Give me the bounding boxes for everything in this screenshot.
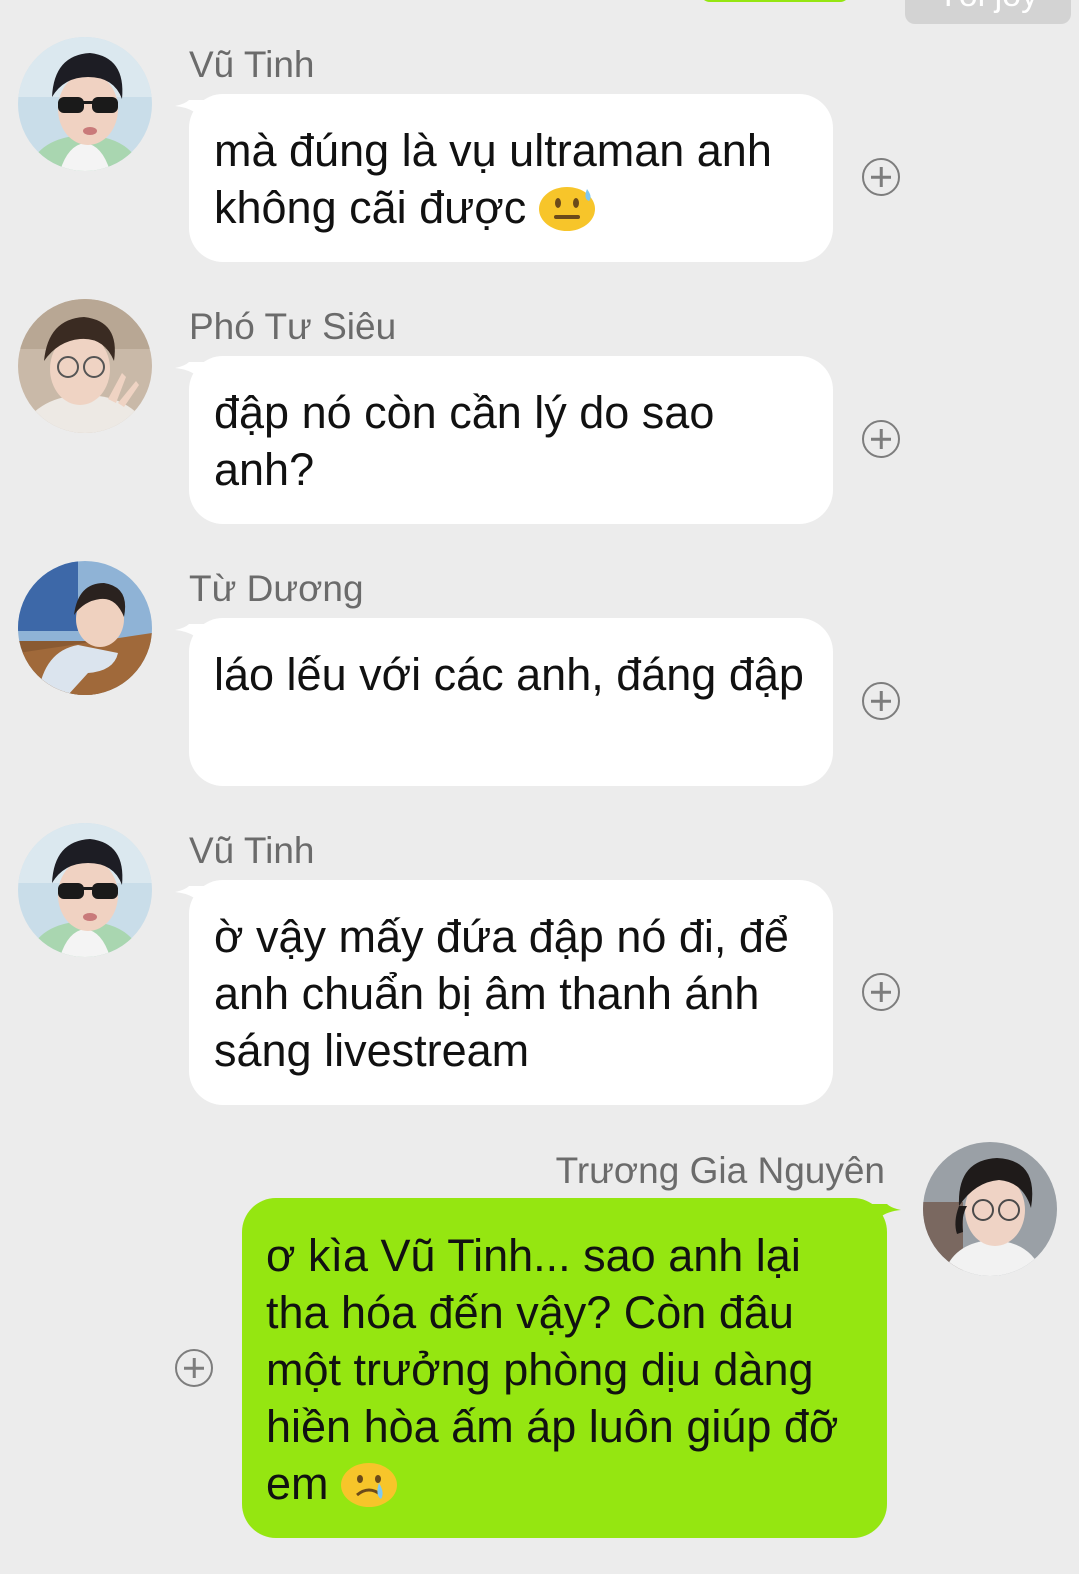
- message-bubble[interactable]: đập nó còn cần lý do sao anh?: [175, 356, 833, 524]
- message-bubble[interactable]: láo lếu với các anh, đáng đập: [175, 618, 833, 786]
- message-text: ờ vậy mấy đứa đập nó đi, để anh chuẩn bị…: [214, 911, 789, 1076]
- time-label: Tôi joy: [905, 0, 1071, 24]
- bubble-tail: [175, 624, 205, 648]
- message-text: mà đúng là vụ ultraman anh không cãi đượ…: [214, 125, 772, 233]
- message-text: đập nó còn cần lý do sao anh?: [214, 387, 715, 495]
- bubble-tail: [175, 886, 205, 910]
- bubble-tail: [871, 1204, 901, 1228]
- avatar-vu-tinh[interactable]: [18, 823, 152, 957]
- bubble-tail: [175, 100, 205, 124]
- bubble-tail: [175, 362, 205, 386]
- avatar-truong-gia-nguyen[interactable]: [923, 1142, 1057, 1276]
- sender-name: Vũ Tinh: [189, 44, 315, 85]
- add-reaction-icon[interactable]: [862, 158, 900, 196]
- sender-name: Từ Dương: [189, 568, 364, 609]
- add-reaction-icon[interactable]: [862, 682, 900, 720]
- message-text: láo lếu với các anh, đáng đập: [214, 649, 804, 700]
- message-bubble-outgoing[interactable]: ơ kìa Vũ Tinh... sao anh lại tha hóa đến…: [242, 1198, 901, 1538]
- message-bubble[interactable]: ờ vậy mấy đứa đập nó đi, để anh chuẩn bị…: [175, 880, 833, 1105]
- sender-name: Trương Gia Nguyên: [555, 1150, 885, 1191]
- avatar-tu-duong[interactable]: [18, 561, 152, 695]
- add-reaction-icon[interactable]: [175, 1349, 213, 1387]
- crying-face-icon: [341, 1459, 398, 1507]
- message-bubble[interactable]: mà đúng là vụ ultraman anh không cãi đượ…: [175, 94, 833, 262]
- sender-name: Phó Tư Siêu: [189, 306, 397, 347]
- previous-message-bubble-edge: [700, 0, 850, 2]
- sender-name: Vũ Tinh: [189, 830, 315, 871]
- sweat-smile-face-icon: [538, 183, 595, 231]
- add-reaction-icon[interactable]: [862, 973, 900, 1011]
- avatar-vu-tinh[interactable]: [18, 37, 152, 171]
- avatar-pho-tu-sieu[interactable]: [18, 299, 152, 433]
- add-reaction-icon[interactable]: [862, 420, 900, 458]
